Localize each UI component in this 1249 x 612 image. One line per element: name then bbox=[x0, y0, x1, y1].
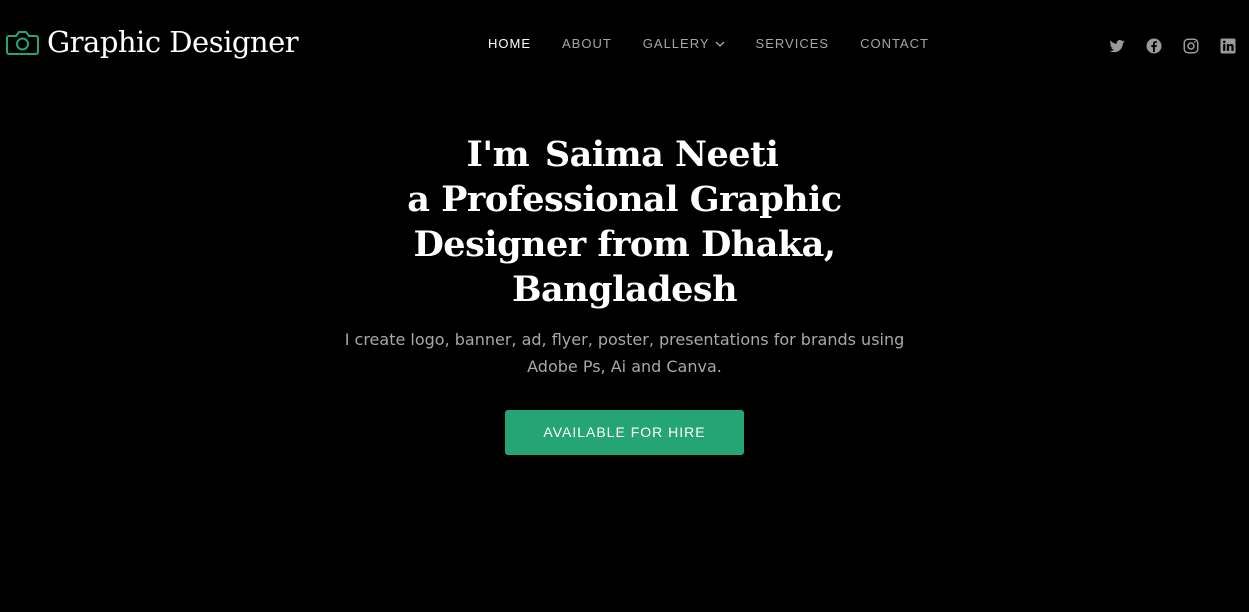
nav-about[interactable]: ABOUT bbox=[562, 36, 612, 52]
facebook-icon[interactable] bbox=[1145, 37, 1163, 55]
main-nav: HOME ABOUT GALLERY SERVICES CONTACT bbox=[488, 36, 929, 52]
hero-title-rest: a Professional Graphic Designer from Dha… bbox=[407, 179, 842, 310]
nav-services[interactable]: SERVICES bbox=[756, 36, 830, 52]
chevron-down-icon bbox=[715, 39, 725, 49]
camera-icon bbox=[6, 28, 39, 56]
hero-section: I'm Saima Neeti a Professional Graphic D… bbox=[0, 132, 1249, 455]
twitter-icon[interactable] bbox=[1108, 37, 1126, 55]
site-header: Graphic Designer HOME ABOUT GALLERY SERV… bbox=[0, 0, 1249, 88]
hero-title: I'm Saima Neeti a Professional Graphic D… bbox=[365, 132, 885, 312]
site-title: Graphic Designer bbox=[47, 25, 299, 59]
nav-home[interactable]: HOME bbox=[488, 36, 531, 52]
available-for-hire-button[interactable]: AVAILABLE FOR HIRE bbox=[505, 410, 744, 455]
linkedin-icon[interactable] bbox=[1219, 37, 1237, 55]
nav-gallery[interactable]: GALLERY bbox=[643, 36, 725, 52]
hero-name-highlight: Saima Neeti bbox=[540, 132, 783, 177]
hero-description: I create logo, banner, ad, flyer, poster… bbox=[344, 330, 905, 376]
logo-link[interactable]: Graphic Designer bbox=[6, 22, 299, 62]
nav-gallery-label: GALLERY bbox=[642, 36, 710, 51]
instagram-icon[interactable] bbox=[1182, 37, 1200, 55]
nav-contact[interactable]: CONTACT bbox=[860, 36, 929, 52]
hero-greeting: I'm bbox=[466, 134, 530, 175]
social-links bbox=[1089, 37, 1237, 55]
